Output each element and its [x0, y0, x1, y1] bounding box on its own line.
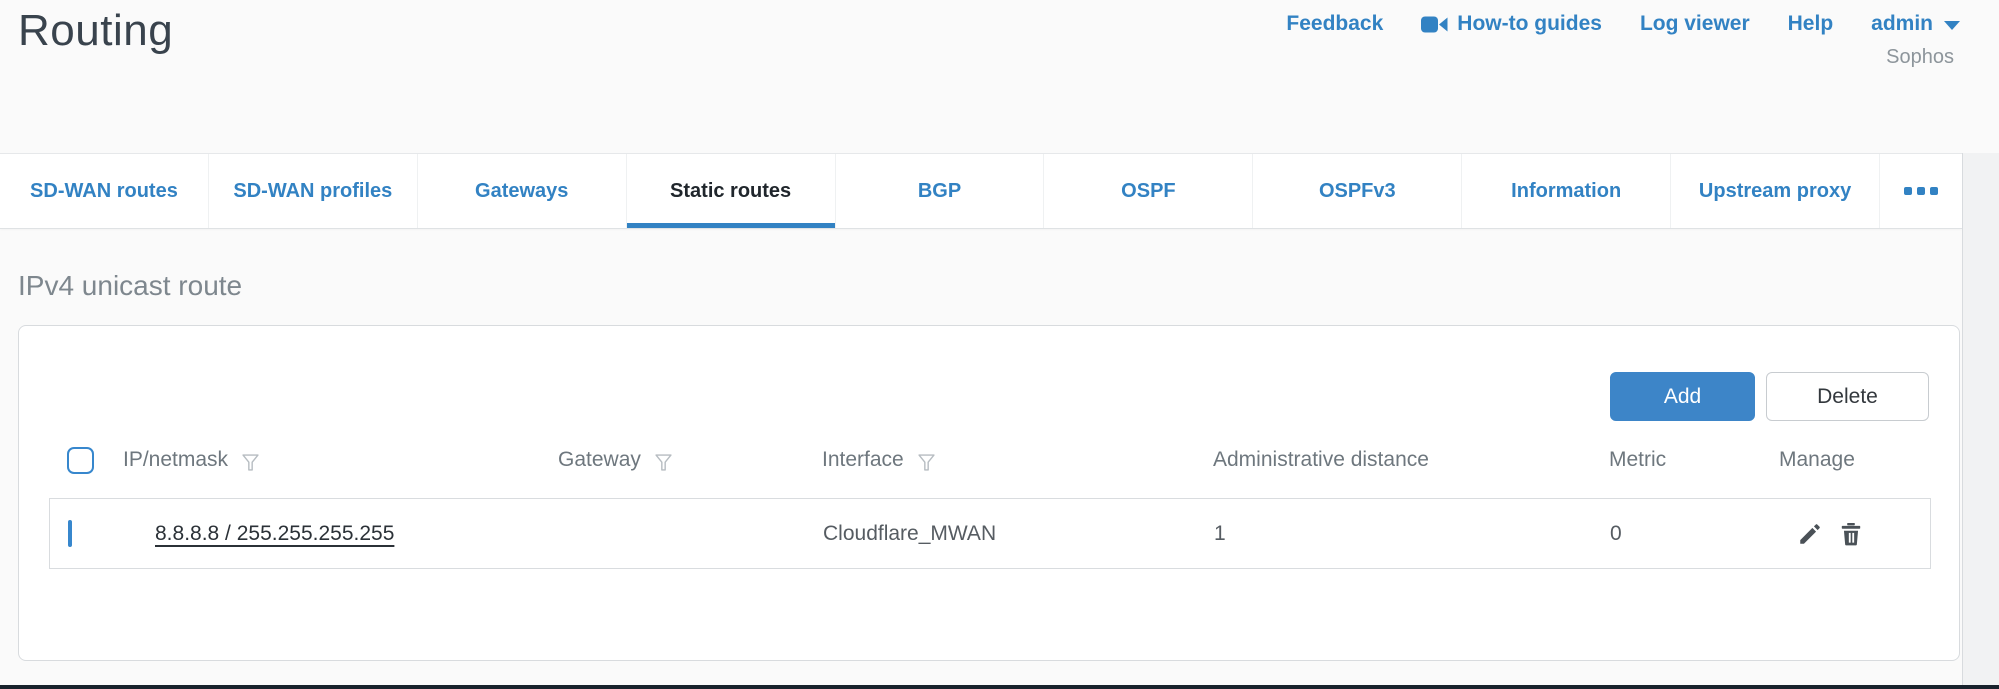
tab-label: OSPF	[1121, 180, 1175, 203]
ellipsis-icon	[1904, 187, 1938, 195]
row-interface-cell: Cloudflare_MWAN	[823, 522, 1214, 546]
funnel-icon[interactable]	[240, 448, 261, 473]
tab-static-routes[interactable]: Static routes	[627, 154, 836, 228]
tab-sd-wan-profiles[interactable]: SD-WAN profiles	[209, 154, 418, 228]
header-interface: Interface	[822, 448, 1213, 473]
tabs-overflow-button[interactable]	[1880, 154, 1962, 228]
funnel-icon[interactable]	[916, 448, 937, 473]
routes-card: Add Delete IP/netmask Gateway Interface …	[18, 325, 1960, 661]
howto-guides-link[interactable]: How-to guides	[1421, 12, 1602, 36]
right-gutter	[1962, 153, 1999, 689]
tab-label: SD-WAN profiles	[233, 180, 392, 203]
tab-label: BGP	[918, 180, 961, 203]
header-label: Metric	[1609, 448, 1666, 472]
log-viewer-label: Log viewer	[1640, 12, 1750, 36]
user-name: admin	[1871, 12, 1933, 36]
row-checkbox[interactable]	[68, 520, 72, 547]
row-metric-cell: 0	[1610, 522, 1780, 546]
tab-label: Information	[1511, 180, 1621, 203]
table-header: IP/netmask Gateway Interface Administrat…	[49, 436, 1931, 484]
delete-button[interactable]: Delete	[1766, 372, 1929, 421]
header-label: Manage	[1779, 448, 1855, 472]
header-label: Gateway	[558, 448, 641, 472]
tab-bgp[interactable]: BGP	[836, 154, 1045, 228]
help-link[interactable]: Help	[1788, 12, 1834, 36]
section-heading: IPv4 unicast route	[18, 270, 242, 302]
feedback-link[interactable]: Feedback	[1286, 12, 1383, 36]
header-gateway: Gateway	[558, 448, 822, 473]
bottom-edge	[0, 685, 1999, 689]
tab-label: Static routes	[670, 180, 791, 203]
tab-gateways[interactable]: Gateways	[418, 154, 627, 228]
video-camera-icon	[1421, 15, 1448, 34]
header-label: Interface	[822, 448, 904, 472]
header-label: Administrative distance	[1213, 448, 1429, 472]
user-menu[interactable]: admin	[1871, 12, 1960, 36]
log-viewer-link[interactable]: Log viewer	[1640, 12, 1750, 36]
active-tab-indicator	[627, 223, 835, 228]
header-manage: Manage	[1779, 448, 1931, 472]
row-ip-cell: 8.8.8.8 / 255.255.255.255	[124, 522, 559, 546]
funnel-icon[interactable]	[653, 448, 674, 473]
tab-ospfv3[interactable]: OSPFv3	[1253, 154, 1462, 228]
header-admin-distance: Administrative distance	[1213, 448, 1609, 472]
tab-label: OSPFv3	[1319, 180, 1396, 203]
page-title: Routing	[18, 6, 173, 56]
ip-netmask-link[interactable]: 8.8.8.8 / 255.255.255.255	[155, 522, 394, 545]
row-admin-distance-cell: 1	[1214, 522, 1610, 546]
feedback-label: Feedback	[1286, 12, 1383, 36]
header-select-cell	[49, 447, 123, 474]
trash-icon[interactable]	[1838, 521, 1864, 547]
header-label: IP/netmask	[123, 448, 228, 472]
table-toolbar: Add Delete	[1610, 372, 1929, 421]
tab-label: Upstream proxy	[1699, 180, 1851, 203]
header-metric: Metric	[1609, 448, 1779, 472]
howto-guides-label: How-to guides	[1457, 12, 1602, 36]
tabbar: SD-WAN routes SD-WAN profiles Gateways S…	[0, 153, 1962, 229]
top-nav: Feedback How-to guides Log viewer Help a…	[1286, 12, 1960, 36]
table-row: 8.8.8.8 / 255.255.255.255 Cloudflare_MWA…	[49, 498, 1931, 569]
row-manage-cell	[1780, 521, 1930, 547]
tab-upstream-proxy[interactable]: Upstream proxy	[1671, 154, 1880, 228]
tab-sd-wan-routes[interactable]: SD-WAN routes	[0, 154, 209, 228]
header-ip-netmask: IP/netmask	[123, 448, 558, 473]
org-label: Sophos	[1886, 46, 1954, 69]
tab-label: SD-WAN routes	[30, 180, 178, 203]
pencil-icon[interactable]	[1797, 521, 1823, 547]
select-all-checkbox[interactable]	[67, 447, 94, 474]
add-button[interactable]: Add	[1610, 372, 1755, 421]
tab-ospf[interactable]: OSPF	[1044, 154, 1253, 228]
row-select-cell	[50, 522, 124, 546]
caret-down-icon	[1944, 21, 1960, 30]
help-label: Help	[1788, 12, 1834, 36]
tab-label: Gateways	[475, 180, 568, 203]
tab-information[interactable]: Information	[1462, 154, 1671, 228]
